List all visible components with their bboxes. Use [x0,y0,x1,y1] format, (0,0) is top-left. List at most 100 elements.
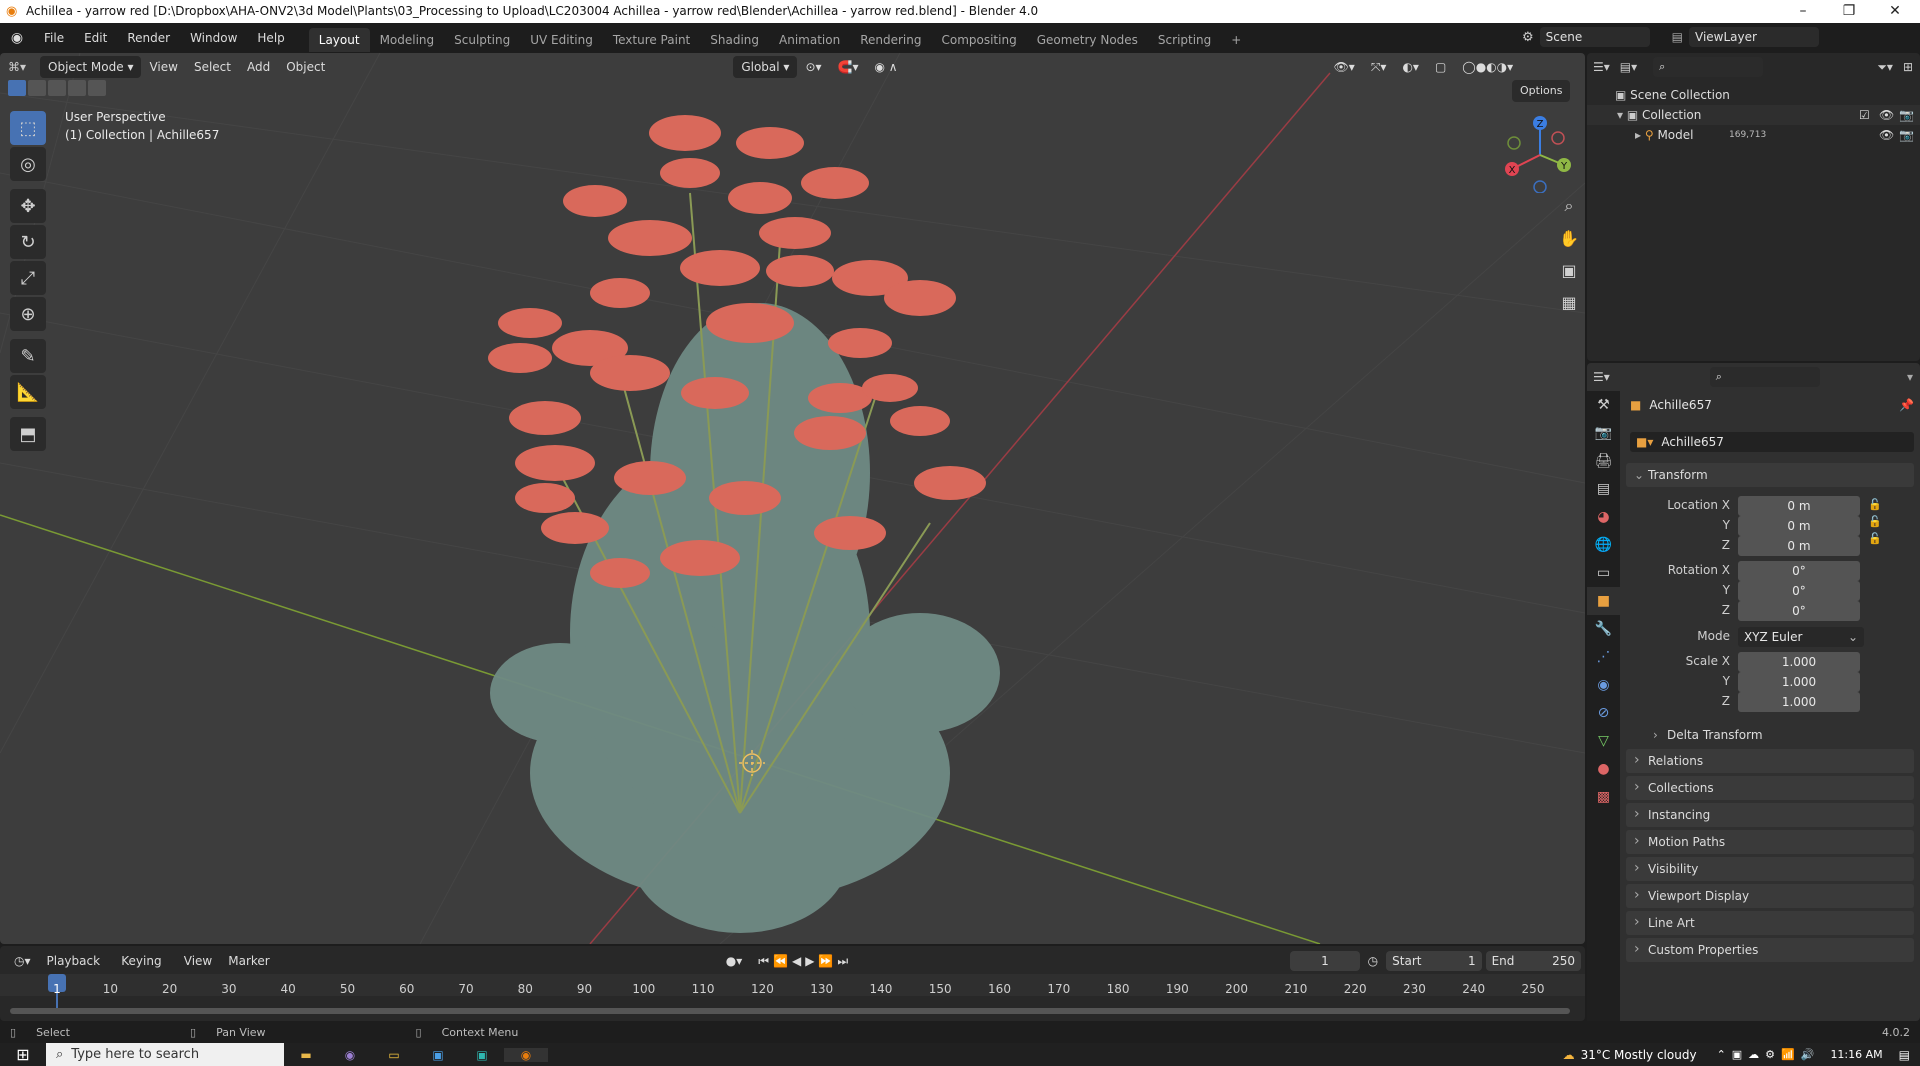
zoom-icon[interactable]: ⌕ [1554,191,1584,221]
data-tab-icon[interactable]: ▽ [1587,727,1620,755]
overlays-icon[interactable]: ◐▾ [1394,56,1427,78]
output-tab-icon[interactable]: 🖨 [1587,447,1620,475]
options-button[interactable]: Options [1512,80,1571,102]
object-name-field[interactable]: ■▾ Achille657 [1630,432,1914,452]
scale-icon[interactable]: ⤢ [10,261,46,295]
current-frame-field[interactable]: 1 [1290,951,1360,971]
timeline-editor-icon[interactable]: ◷▾ [6,950,39,972]
taskbar-search-box[interactable]: ⌕ Type here to search [46,1043,284,1066]
measure-icon[interactable]: 📐 [10,375,46,409]
pin-icon[interactable]: 📌 [1899,398,1914,412]
panel-viewport-display[interactable]: Viewport Display [1626,883,1914,908]
viewport-menu-object[interactable]: Object [278,56,333,78]
menu-help[interactable]: Help [247,23,294,53]
outliner-row-collection[interactable]: ▾ ▣ Collection ☑ 👁 📷 [1587,105,1920,125]
particles-tab-icon[interactable]: ⋰ [1587,643,1620,671]
outliner-row-model[interactable]: ▸ ⚲ Model 169,713 👁 📷 [1587,125,1920,145]
viewport-menu-select[interactable]: Select [186,56,239,78]
tab-compositing[interactable]: Compositing [931,28,1026,52]
scene-tab-icon[interactable]: ◕ [1587,503,1620,531]
location-y-field[interactable]: 0 m [1738,516,1860,536]
windows-start-icon[interactable]: ⊞ [0,1045,46,1064]
collection-render-icon[interactable]: 📷 [1899,105,1914,125]
add-workspace-button[interactable]: + [1221,28,1251,52]
tab-rendering[interactable]: Rendering [850,28,931,52]
tool-tab-icon[interactable]: ⚒ [1587,391,1620,419]
menu-render[interactable]: Render [117,23,180,53]
select-intersect-icon[interactable] [88,80,106,96]
3d-viewport[interactable]: User Perspective (1) Collection | Achill… [0,53,1585,944]
app-icon-3[interactable]: ▣ [460,1048,504,1062]
outliner-row-scene-collection[interactable]: ▣ Scene Collection [1587,85,1920,105]
filter-icon[interactable]: ⏷▾ [1877,60,1893,75]
playback-controls-icon[interactable]: ⏮⏪◀▶⏩⏭ [750,950,860,972]
timeline-menu-marker[interactable]: Marker [220,950,277,972]
notifications-icon[interactable]: ▤ [1899,1048,1910,1062]
use-preview-range-icon[interactable]: ◷ [1360,950,1386,972]
view-layer-selector[interactable]: ViewLayer [1689,27,1819,47]
lock-location-z-icon[interactable]: 🔓 [1868,532,1882,545]
properties-editor-icon[interactable]: ☰▾ [1593,370,1610,384]
display-mode-icon[interactable]: ▤▾ [1620,60,1637,74]
texture-tab-icon[interactable]: ▩ [1587,783,1620,811]
location-z-field[interactable]: 0 m [1738,536,1860,556]
cursor-icon[interactable]: ◎ [10,147,46,181]
blender-menu-icon[interactable]: ◉ [0,30,34,46]
record-icon[interactable]: ●▾ [718,950,751,972]
modifier-tab-icon[interactable]: 🔧 [1587,615,1620,643]
scale-y-field[interactable]: 1.000 [1738,672,1860,692]
panel-collections[interactable]: Collections [1626,775,1914,800]
model-visibility-icon[interactable]: 👁 [1879,125,1894,145]
orientation-selector[interactable]: Global ▾ [733,56,798,78]
rotation-z-field[interactable]: 0° [1738,601,1860,621]
view-layer-tab-icon[interactable]: ▤ [1587,475,1620,503]
timeline-menu-keying[interactable]: Keying ▾ [113,950,176,990]
lock-location-y-icon[interactable]: 🔓 [1868,515,1882,528]
location-x-field[interactable]: 0 m [1738,496,1860,516]
timeline-scrollbar[interactable] [10,1008,1570,1014]
tor-browser-icon[interactable]: ◉ [328,1048,372,1062]
tray-icons[interactable]: ⌃▣☁⚙📶🔊 [1717,1048,1821,1061]
viewport-menu-add[interactable]: Add [239,56,278,78]
proportional-edit-icon[interactable]: ◉ ∧ [866,56,905,78]
xray-icon[interactable]: ▢ [1427,56,1454,78]
tab-geometry-nodes[interactable]: Geometry Nodes [1027,28,1148,52]
rotation-x-field[interactable]: 0° [1738,561,1860,581]
start-frame-field[interactable]: Start 1 [1386,951,1482,971]
menu-file[interactable]: File [34,23,74,53]
camera-icon[interactable]: ▣ [1554,255,1584,285]
physics-tab-icon[interactable]: ◉ [1587,671,1620,699]
panel-visibility[interactable]: Visibility [1626,856,1914,881]
tab-uv-editing[interactable]: UV Editing [520,28,603,52]
editor-type-icon[interactable]: ⌘▾ [0,56,34,78]
shading-modes-icon[interactable]: ◯●◐◑▾ [1454,56,1521,78]
select-invert-icon[interactable] [68,80,86,96]
navigation-gizmo[interactable]: Z X Y [1500,113,1580,193]
panel-relations[interactable]: Relations [1626,748,1914,773]
add-cube-icon[interactable]: ⬒ [10,417,46,451]
render-tab-icon[interactable]: 📷 [1587,419,1620,447]
ortho-grid-icon[interactable]: ▦ [1554,287,1584,317]
close-button[interactable]: ✕ [1872,0,1918,23]
visibility-icon[interactable]: 👁▾ [1326,56,1363,78]
panel-custom-properties[interactable]: Custom Properties [1626,937,1914,962]
select-subtract-icon[interactable] [48,80,66,96]
collection-visibility-icon[interactable]: 👁 [1879,105,1894,125]
expand-model-icon[interactable]: ▸ [1635,128,1645,142]
lock-location-x-icon[interactable]: 🔓 [1868,498,1882,511]
tab-scripting[interactable]: Scripting [1148,28,1221,52]
gizmo-toggle-icon[interactable]: ⤧▾ [1363,56,1395,78]
expand-collection-icon[interactable]: ▾ [1617,108,1627,122]
new-collection-icon[interactable]: ⊞ [1903,60,1913,74]
panel-line-art[interactable]: Line Art [1626,910,1914,935]
world-tab-icon[interactable]: 🌐 [1587,531,1620,559]
object-tab-icon[interactable]: ■ [1587,587,1620,615]
tab-layout[interactable]: Layout [308,27,370,52]
briefcase-app-icon[interactable]: ▬ [284,1048,328,1062]
snap-icon[interactable]: 🧲▾ [830,56,867,78]
pan-hand-icon[interactable]: ✋ [1554,223,1584,253]
properties-options-icon[interactable]: ▾ [1907,370,1913,384]
tab-shading[interactable]: Shading [700,28,769,52]
tab-animation[interactable]: Animation [769,28,850,52]
transform-icon[interactable]: ⊕ [10,297,46,331]
